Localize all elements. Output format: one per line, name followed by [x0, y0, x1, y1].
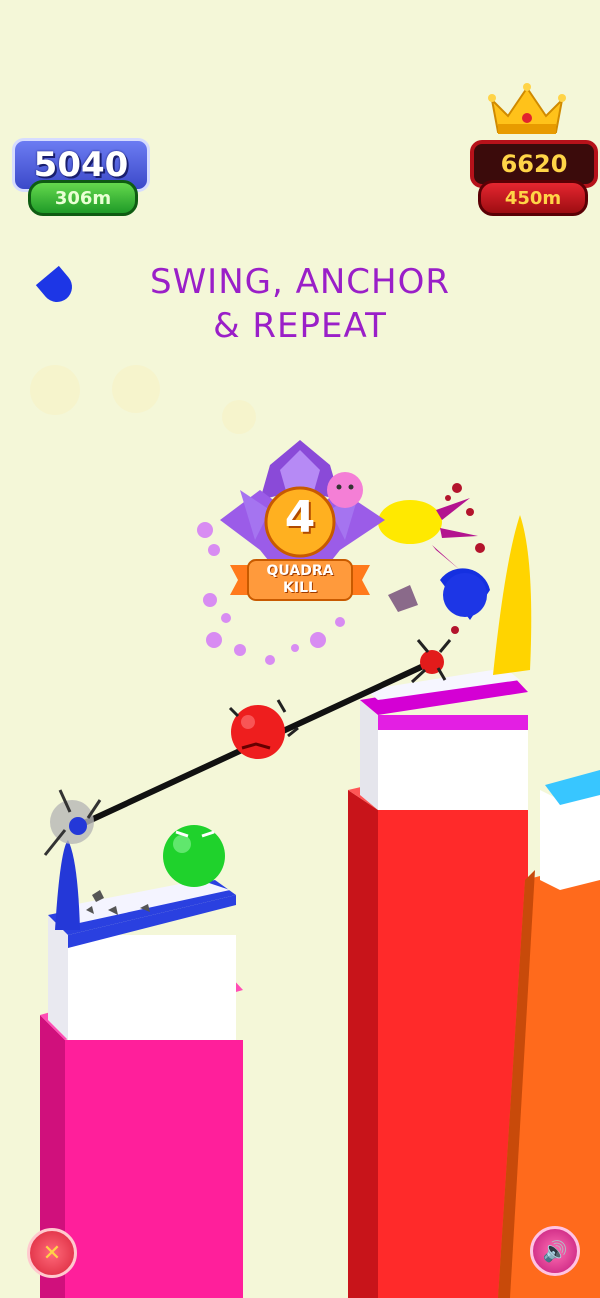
- kill-label-line1: QUADRA: [266, 563, 334, 579]
- kill-badge-graphic: [197, 440, 385, 665]
- best-distance: 450m: [478, 180, 588, 216]
- kill-count: 4: [284, 492, 316, 543]
- best-score-panel: 6620 450m: [470, 138, 598, 218]
- anchor-ball: [410, 639, 452, 684]
- yellow-spike: [493, 515, 532, 675]
- player-score-panel: 5040 306m: [12, 138, 150, 218]
- tagline-line1: SWING, ANCHOR: [149, 262, 450, 302]
- close-button[interactable]: ✕: [27, 1228, 77, 1278]
- tagline-line2: & REPEAT: [213, 306, 387, 346]
- player-distance: 306m: [28, 180, 138, 216]
- red-pillar: [348, 668, 528, 1298]
- kill-label-line2: KILL: [283, 580, 317, 596]
- anchor-burst-left: [43, 789, 102, 856]
- explosion-effect: [378, 483, 490, 634]
- crown-icon: [484, 82, 570, 136]
- speaker-icon: 🔊: [542, 1239, 568, 1263]
- blue-spike: [55, 840, 80, 930]
- green-ball-enemy: [163, 825, 225, 887]
- sound-button[interactable]: 🔊: [530, 1226, 580, 1276]
- close-icon: ✕: [42, 1240, 62, 1266]
